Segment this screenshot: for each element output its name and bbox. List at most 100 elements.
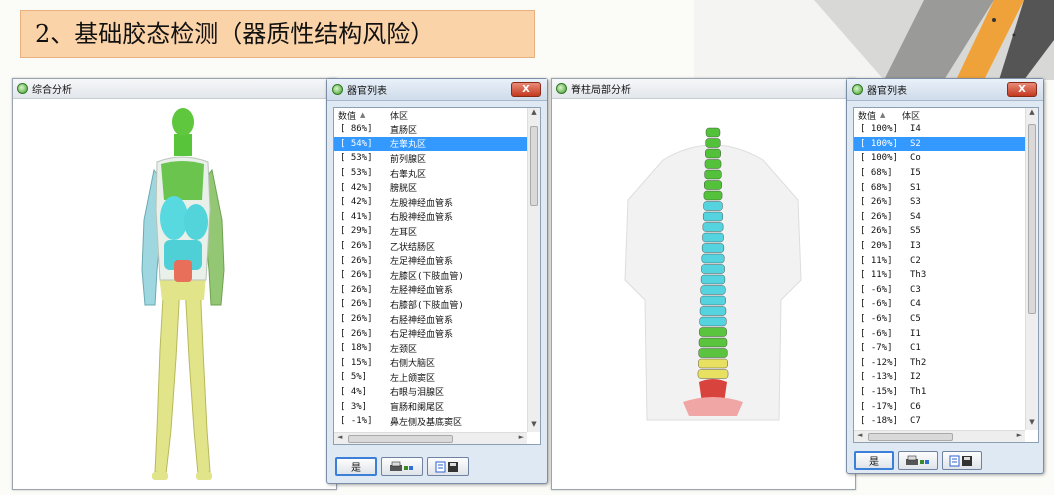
vertebra[interactable] [705, 138, 721, 148]
list-item[interactable]: [ 42%] 左股神经血管系 [334, 195, 540, 210]
list-item[interactable]: [ 26%] S4 [854, 210, 1038, 225]
list-item[interactable]: [ 54%] 左睾丸区 [334, 136, 540, 152]
export-button[interactable] [427, 457, 469, 476]
vertebra[interactable] [698, 348, 728, 358]
list-item[interactable]: [ -15%] Th1 [854, 385, 1038, 400]
list-item[interactable]: [ 100%] I4 [854, 122, 1038, 137]
spine-3d-view[interactable] [553, 100, 854, 488]
list-item[interactable]: [ 68%] S1 [854, 180, 1038, 195]
spine-model[interactable] [553, 100, 856, 490]
list-item[interactable]: [ 4%] 右眼与泪腺区 [334, 385, 540, 400]
close-button[interactable]: X [511, 82, 541, 97]
scroll-thumb[interactable] [868, 433, 953, 441]
sort-arrow-icon[interactable]: ▲ [360, 111, 390, 119]
list-item[interactable]: [ 26%] 乙状结肠区 [334, 239, 540, 254]
organ-listbox[interactable]: 数值 ▲ 体区 [ 100%] I4 [ 100%] S2 [ 100%] Co [ 68%… [853, 107, 1039, 443]
vertebra[interactable] [702, 211, 723, 222]
list-item[interactable]: [ -18%] C7 [854, 414, 1038, 429]
list-item[interactable]: [ -13%] I2 [854, 370, 1038, 385]
header-value[interactable]: 数值 [334, 109, 360, 122]
list-item[interactable]: [ 18%] 左颈区 [334, 341, 540, 356]
pelvis[interactable] [683, 397, 743, 416]
vertebra[interactable] [701, 243, 725, 253]
vertebra[interactable] [700, 285, 726, 295]
scroll-left-icon[interactable]: ◄ [337, 433, 342, 441]
export-button[interactable] [942, 451, 982, 470]
vertebra[interactable] [700, 295, 726, 306]
window-titlebar[interactable]: 脊柱局部分析 [552, 79, 855, 99]
scroll-thumb[interactable] [530, 126, 538, 206]
header-region[interactable]: 体区 [902, 109, 920, 122]
list-item[interactable]: [ 42%] 膀胱区 [334, 180, 540, 195]
vertical-scrollbar[interactable]: ▲ ▼ [1025, 108, 1038, 430]
vertebra[interactable] [703, 201, 723, 211]
list-item[interactable]: [ -12%] Th2 [854, 356, 1038, 371]
scroll-left-icon[interactable]: ◄ [857, 431, 862, 439]
vertebra[interactable] [702, 222, 724, 232]
list-item[interactable]: [ 11%] C2 [854, 253, 1038, 268]
body-3d-view[interactable] [14, 100, 335, 488]
header-value[interactable]: 数值 [854, 109, 880, 122]
vertebra[interactable] [704, 180, 722, 190]
list-item[interactable]: [ 20%] I3 [854, 239, 1038, 254]
vertebra[interactable] [702, 232, 724, 243]
scroll-thumb[interactable] [348, 435, 453, 443]
list-item[interactable]: [ 29%] 左耳区 [334, 224, 540, 239]
list-item[interactable]: [ 26%] 右足神经血管系 [334, 326, 540, 341]
vertebra[interactable] [704, 169, 722, 180]
scroll-down-icon[interactable]: ▼ [528, 420, 540, 432]
list-item[interactable]: [ -17%] C6 [854, 399, 1038, 414]
vertebra[interactable] [698, 337, 728, 348]
ok-button[interactable]: 是 [335, 457, 377, 476]
list-item[interactable]: [ 53%] 前列腺区 [334, 151, 540, 166]
organ-listbox[interactable]: 数值 ▲ 体区 [ 86%] 直肠区[ 54%] 左睾丸区[ 53%] 前列腺区[ 5… [333, 107, 541, 445]
ok-button[interactable]: 是 [854, 451, 894, 470]
list-item[interactable]: [ 26%] S3 [854, 195, 1038, 210]
list-item[interactable]: [ 41%] 右股神经血管系 [334, 210, 540, 225]
list-item[interactable]: [ -6%] C3 [854, 283, 1038, 298]
list-item[interactable]: [ 100%] Co [854, 151, 1038, 166]
vertebra[interactable] [703, 190, 723, 201]
horizontal-scrollbar[interactable]: ◄ ► [334, 432, 527, 444]
list-item[interactable]: [ -6%] C5 [854, 312, 1038, 327]
scroll-down-icon[interactable]: ▼ [1026, 418, 1038, 430]
list-item[interactable]: [ 100%] S2 [854, 136, 1038, 152]
list-item[interactable]: [ 26%] S5 [854, 224, 1038, 239]
vertebra[interactable] [699, 316, 727, 327]
print-button[interactable] [381, 457, 423, 476]
list-item[interactable]: [ -6%] C4 [854, 297, 1038, 312]
horizontal-scrollbar[interactable]: ◄ ► [854, 430, 1025, 442]
vertebra[interactable] [699, 306, 727, 316]
close-button[interactable]: X [1007, 82, 1037, 97]
list-item[interactable]: [ -7%] C1 [854, 341, 1038, 356]
list-item[interactable]: [ 26%] 左足神经血管系 [334, 253, 540, 268]
list-item[interactable]: [ 53%] 右睾丸区 [334, 166, 540, 181]
list-item[interactable]: [ 26%] 右膝部(下肢血管) [334, 297, 540, 312]
list-item[interactable]: [ 26%] 左膝区(下肢血管) [334, 268, 540, 283]
print-button[interactable] [898, 451, 938, 470]
header-region[interactable]: 体区 [390, 109, 408, 122]
window-titlebar[interactable]: 综合分析 [13, 79, 336, 99]
scroll-up-icon[interactable]: ▲ [528, 108, 540, 120]
list-item[interactable]: [ 3%] 盲肠和阑尾区 [334, 399, 540, 414]
vertebra[interactable] [705, 127, 721, 138]
vertical-scrollbar[interactable]: ▲ ▼ [527, 108, 540, 432]
list-item[interactable]: [ 26%] 右胫神经血管系 [334, 312, 540, 327]
vertebra[interactable] [701, 264, 725, 274]
scroll-right-icon[interactable]: ► [1017, 431, 1022, 439]
vertebra[interactable] [704, 159, 722, 169]
list-item[interactable]: [ 26%] 左胫神经血管系 [334, 283, 540, 298]
list-item[interactable]: [ 86%] 直肠区 [334, 122, 540, 137]
sort-arrow-icon[interactable]: ▲ [880, 111, 902, 119]
scroll-up-icon[interactable]: ▲ [1026, 108, 1038, 120]
list-item[interactable]: [ -1%] 鼻左侧及基底窦区 [334, 414, 540, 429]
scroll-right-icon[interactable]: ► [519, 433, 524, 441]
list-item[interactable]: [ 15%] 右侧大脑区 [334, 356, 540, 371]
vertebra[interactable] [705, 148, 721, 159]
vertebra[interactable] [701, 253, 725, 264]
list-item[interactable]: [ 5%] 左上颌窦区 [334, 370, 540, 385]
vertebra[interactable] [700, 274, 726, 285]
human-body-model[interactable] [14, 100, 337, 490]
list-item[interactable]: [ 11%] Th3 [854, 268, 1038, 283]
vertebra[interactable] [698, 358, 728, 369]
